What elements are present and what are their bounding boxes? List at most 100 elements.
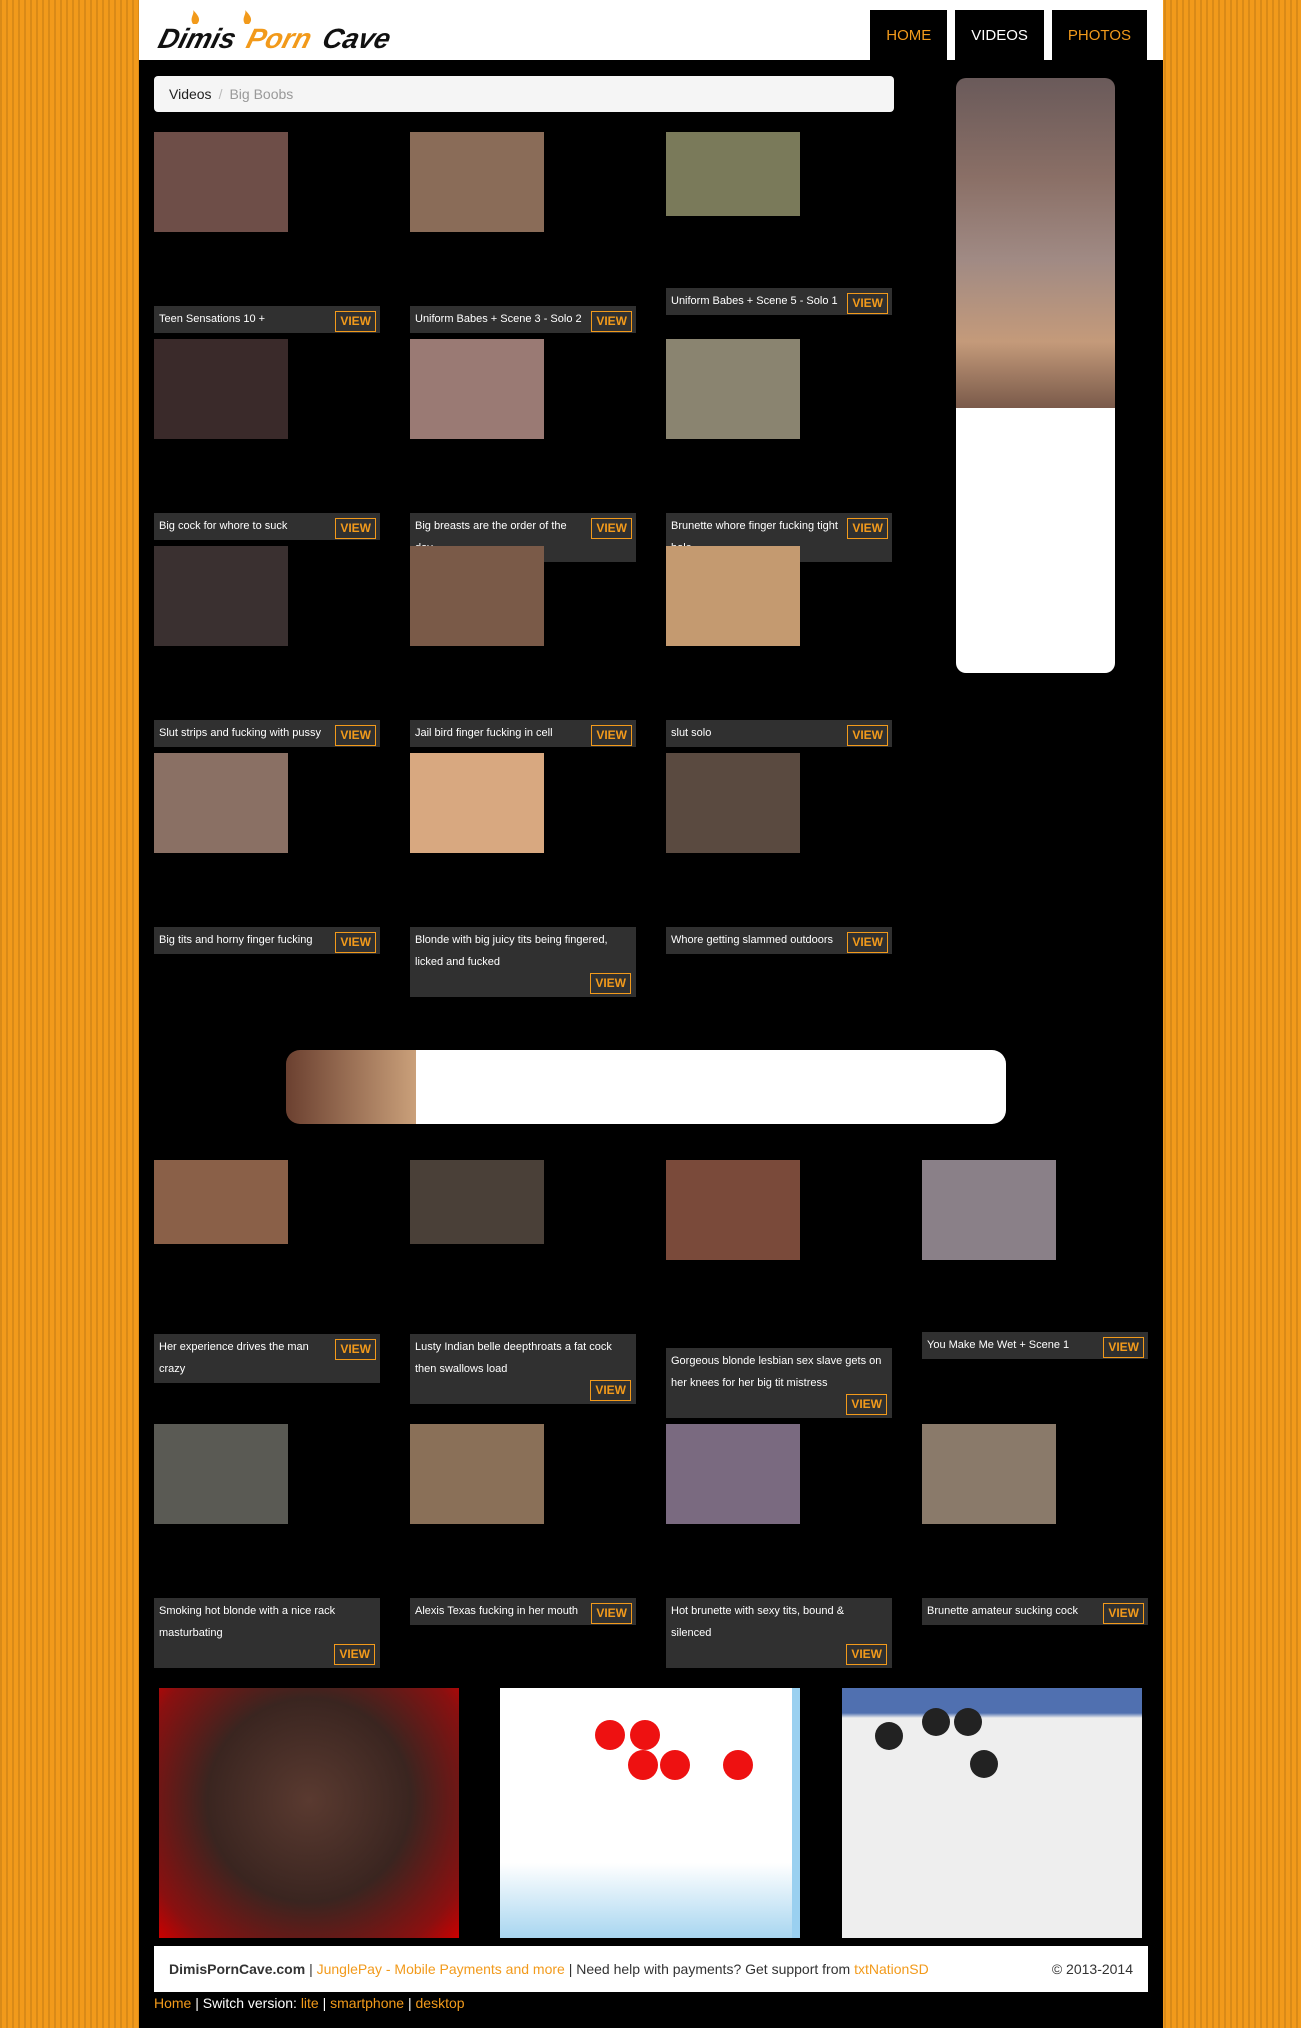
video-thumbnail[interactable] [410,339,544,439]
video-card: Brunette amateur sucking cock VIEW [922,1424,1148,1625]
video-thumbnail[interactable] [410,1160,544,1244]
video-thumbnail[interactable] [666,1424,800,1524]
footer-version-switch: Home | Switch version: lite | smartphone… [154,1994,465,2012]
video-thumbnail[interactable] [666,546,800,646]
footer-copyright: © 2013-2014 [1051,1961,1133,1977]
view-button[interactable]: VIEW [334,1644,375,1665]
video-title[interactable]: Blonde with big juicy tits being fingere… [415,929,631,973]
video-thumbnail[interactable] [666,339,800,439]
ad-dark-circle [875,1722,903,1750]
breadcrumb-videos-link[interactable]: Videos [169,86,212,102]
view-button[interactable]: VIEW [846,1394,887,1415]
view-button[interactable]: VIEW [590,973,631,994]
video-caption: Big cock for whore to suck VIEW [154,513,380,540]
video-thumbnail[interactable] [154,339,288,439]
view-button[interactable]: VIEW [847,293,888,314]
video-caption: Hot brunette with sexy tits, bound & sil… [666,1598,892,1668]
video-thumbnail[interactable] [154,546,288,646]
video-thumbnail[interactable] [154,753,288,853]
video-card: Big tits and horny finger fucking VIEW [154,753,380,954]
video-caption: Lusty Indian belle deepthroats a fat coc… [410,1334,636,1404]
video-card: Her experience drives the man crazy VIEW [154,1160,380,1383]
video-title[interactable]: Smoking hot blonde with a nice rack mast… [159,1600,375,1644]
site-logo[interactable]: Dimis Porn Cave [153,10,453,54]
video-card: Big breasts are the order of the dayVIEW [410,339,636,562]
video-caption: You Make Me Wet + Scene 1 VIEW [922,1332,1148,1359]
video-card: Smoking hot blonde with a nice rack mast… [154,1424,380,1668]
nav-photos[interactable]: PHOTOS [1051,10,1147,60]
svg-text:Porn: Porn [243,23,315,54]
view-button-wrap: VIEW [159,1644,375,1665]
view-button[interactable]: VIEW [1103,1603,1144,1624]
view-button[interactable]: VIEW [591,725,632,746]
view-button-wrap: VIEW [415,973,631,994]
video-card: Whore getting slammed outdoors VIEW [666,753,892,954]
view-button[interactable]: VIEW [1103,1337,1144,1358]
video-title[interactable]: Gorgeous blonde lesbian sex slave gets o… [671,1350,887,1394]
view-button[interactable]: VIEW [591,518,632,539]
nav-home[interactable]: HOME [870,10,948,60]
ad-red-circle [723,1750,753,1780]
video-thumbnail[interactable] [410,546,544,646]
ad-dark-circle [922,1708,950,1736]
ad-red-circle [628,1750,658,1780]
bottom-ad-2[interactable] [500,1688,800,1938]
view-button[interactable]: VIEW [847,518,888,539]
video-caption: Uniform Babes + Scene 5 - Solo 1 VIEW [666,288,892,315]
sidebar-ad-image [956,78,1115,408]
video-thumbnail[interactable] [666,753,800,853]
video-title[interactable]: Hot brunette with sexy tits, bound & sil… [671,1600,887,1644]
sidebar-ad[interactable] [956,78,1115,673]
view-button[interactable]: VIEW [847,725,888,746]
view-button[interactable]: VIEW [846,1644,887,1665]
video-thumbnail[interactable] [410,1424,544,1524]
video-caption: slut solo VIEW [666,720,892,747]
breadcrumb-current: Big Boobs [229,86,294,102]
view-button[interactable]: VIEW [335,932,376,953]
ad-red-circle [595,1720,625,1750]
view-button[interactable]: VIEW [590,1380,631,1401]
video-thumbnail[interactable] [666,132,800,216]
ad-red-circle [630,1720,660,1750]
video-card: Uniform Babes + Scene 5 - Solo 1 VIEW [666,132,892,315]
breadcrumb-separator: / [218,86,223,102]
video-thumbnail[interactable] [410,132,544,232]
video-caption: Gorgeous blonde lesbian sex slave gets o… [666,1348,892,1418]
video-thumbnail[interactable] [410,753,544,853]
banner-ad-image [286,1050,416,1124]
video-caption: Smoking hot blonde with a nice rack mast… [154,1598,380,1668]
video-caption: Jail bird finger fucking in cell VIEW [410,720,636,747]
view-button-wrap: VIEW [671,1644,887,1665]
footer-home-link[interactable]: Home [154,1995,191,2011]
video-thumbnail[interactable] [154,1160,288,1244]
view-button[interactable]: VIEW [591,311,632,332]
footer-desktop-link[interactable]: desktop [416,1995,465,2011]
view-button[interactable]: VIEW [335,725,376,746]
video-thumbnail[interactable] [154,1424,288,1524]
bottom-ad-1[interactable] [159,1688,459,1938]
footer-support-link[interactable]: txtNationSD [854,1961,929,1977]
bottom-ad-3[interactable] [842,1688,1142,1938]
footer-help-text: | Need help with payments? Get support f… [568,1961,851,1977]
view-button[interactable]: VIEW [847,932,888,953]
footer-junglepay-link[interactable]: JunglePay - Mobile Payments and more [317,1961,565,1977]
video-card: Jail bird finger fucking in cell VIEW [410,546,636,747]
footer-lite-link[interactable]: lite [301,1995,319,2011]
view-button[interactable]: VIEW [335,518,376,539]
banner-ad[interactable] [286,1050,1006,1124]
view-button[interactable]: VIEW [591,1603,632,1624]
view-button[interactable]: VIEW [335,1339,376,1360]
video-thumbnail[interactable] [154,132,288,232]
sidebar-ad-panel [956,408,1115,673]
video-thumbnail[interactable] [666,1160,800,1260]
footer-smartphone-link[interactable]: smartphone [330,1995,404,2011]
video-thumbnail[interactable] [922,1424,1056,1524]
video-caption: Her experience drives the man crazy VIEW [154,1334,380,1383]
video-thumbnail[interactable] [922,1160,1056,1260]
view-button[interactable]: VIEW [335,311,376,332]
video-card: Teen Sensations 10 + VIEW [154,132,380,333]
nav-videos[interactable]: VIDEOS [955,10,1044,60]
video-title[interactable]: Lusty Indian belle deepthroats a fat coc… [415,1336,631,1380]
video-card: Lusty Indian belle deepthroats a fat coc… [410,1160,636,1404]
footer-switch-text: | Switch version: [195,1995,297,2011]
